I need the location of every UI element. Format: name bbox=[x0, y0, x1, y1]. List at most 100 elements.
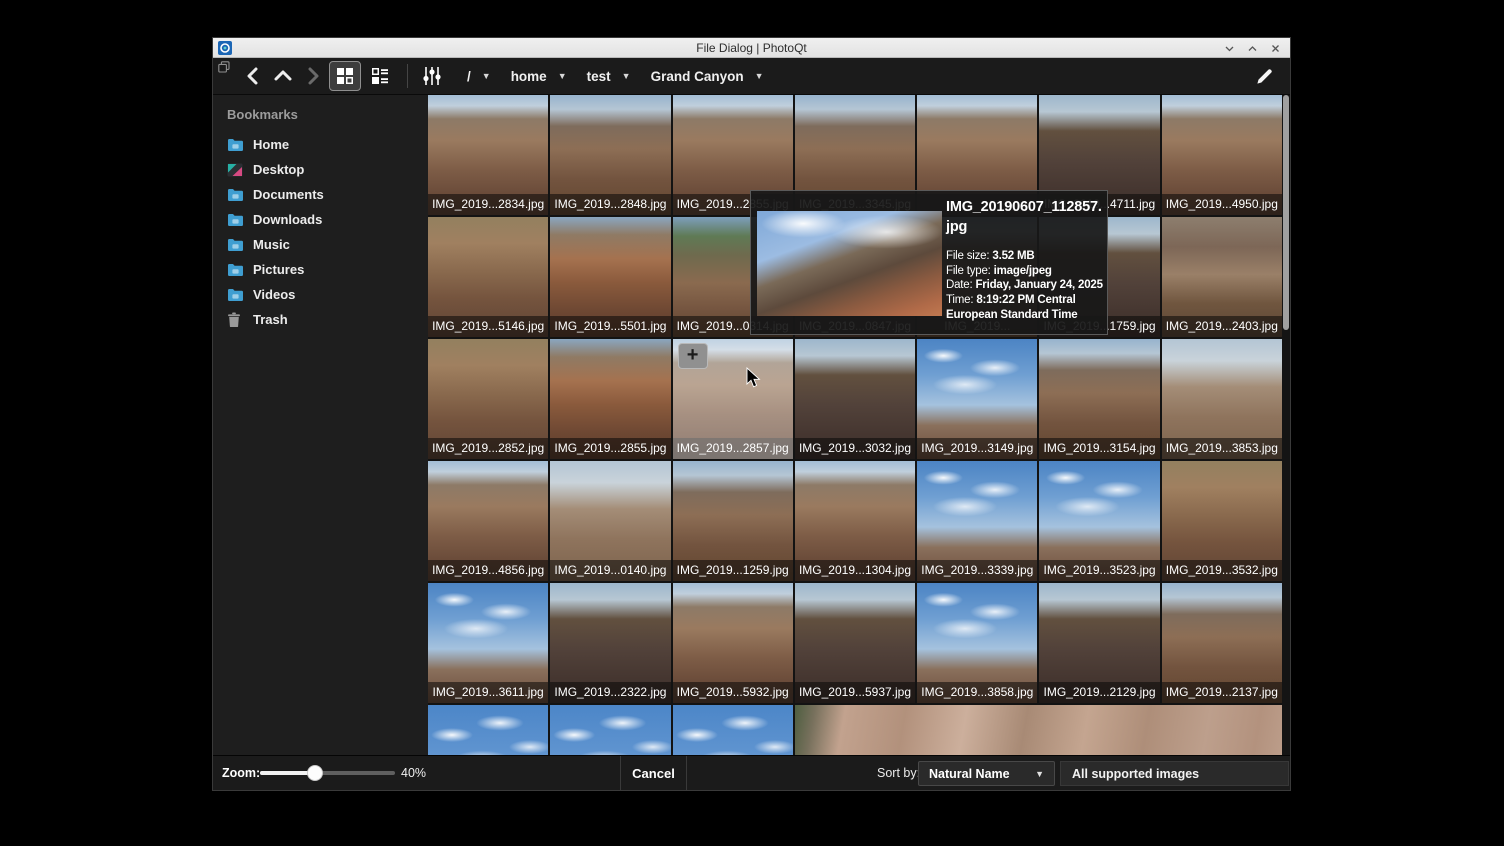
thumbnail-cell[interactable]: IMG_2019...3853.jpg bbox=[1162, 339, 1282, 459]
back-button[interactable] bbox=[239, 63, 267, 89]
breadcrumb-segment-home[interactable]: home▼ bbox=[511, 69, 567, 84]
desktop-icon bbox=[227, 162, 244, 178]
thumbnail-plus-button[interactable]: + bbox=[678, 343, 708, 369]
breadcrumb-label: / bbox=[467, 69, 471, 84]
thumbnail-filename: IMG_2019...3523.jpg bbox=[1039, 560, 1159, 581]
bookmark-desktop[interactable]: Desktop bbox=[213, 157, 428, 182]
bookmark-label: Desktop bbox=[253, 162, 304, 177]
thumbnail-filename: IMG_2019...5501.jpg bbox=[550, 316, 670, 337]
thumbnail-cell[interactable]: IMG_2019...0140.jpg bbox=[550, 461, 670, 581]
list-view-button[interactable] bbox=[364, 61, 396, 91]
thumbnail-cell[interactable]: IMG_2019...1304.jpg bbox=[795, 461, 915, 581]
minimize-icon[interactable] bbox=[1223, 42, 1236, 55]
scrollbar[interactable] bbox=[1282, 95, 1290, 755]
thumbnail-cell[interactable]: IMG_2019...3611.jpg bbox=[428, 583, 548, 703]
thumbnail-cell[interactable]: IMG_2019...5932.jpg bbox=[673, 583, 793, 703]
breadcrumb-label: Grand Canyon bbox=[651, 69, 744, 84]
close-icon[interactable] bbox=[1269, 42, 1282, 55]
thumbnail-cell[interactable] bbox=[550, 705, 670, 755]
thumbnail-cell[interactable] bbox=[428, 705, 548, 755]
toolbar-separator bbox=[407, 64, 408, 88]
thumbnail-cell[interactable]: IMG_2019...3532.jpg bbox=[1162, 461, 1282, 581]
thumbnail-cell[interactable] bbox=[795, 705, 1282, 755]
thumbnail-cell[interactable]: IMG_2019...3339.jpg bbox=[917, 461, 1037, 581]
thumbnail-cell[interactable]: IMG_2019...3149.jpg bbox=[917, 339, 1037, 459]
thumbnail-filename: IMG_2019...5937.jpg bbox=[795, 682, 915, 703]
chevron-down-icon[interactable]: ▼ bbox=[482, 71, 491, 81]
thumbnail-filename: IMG_2019...2848.jpg bbox=[550, 194, 670, 215]
breadcrumb-segment-root[interactable]: /▼ bbox=[467, 69, 491, 84]
bookmark-trash[interactable]: Trash bbox=[213, 307, 428, 332]
thumbnail-cell[interactable]: IMG_2019...3154.jpg bbox=[1039, 339, 1159, 459]
detach-window-icon[interactable] bbox=[218, 60, 230, 78]
thumbnail-cell[interactable]: IMG_2019...2129.jpg bbox=[1039, 583, 1159, 703]
breadcrumb-segment-grand-canyon[interactable]: Grand Canyon ▼ bbox=[651, 69, 764, 84]
thumbnail-cell[interactable]: IMG_2019...3032.jpg bbox=[795, 339, 915, 459]
sort-dropdown[interactable]: Natural Name ▼ bbox=[918, 761, 1055, 786]
breadcrumb-label: test bbox=[587, 69, 611, 84]
bookmark-music[interactable]: Music bbox=[213, 232, 428, 257]
trash-icon bbox=[227, 312, 244, 328]
thumbnail-cell[interactable]: IMG_2019...2857.jpg+ bbox=[673, 339, 793, 459]
pencil-icon bbox=[1255, 67, 1274, 86]
bookmark-videos[interactable]: Videos bbox=[213, 282, 428, 307]
bookmark-label: Pictures bbox=[253, 262, 304, 277]
thumbnail-filename: IMG_2019...2322.jpg bbox=[550, 682, 670, 703]
thumbnail-cell[interactable]: IMG_2019...3523.jpg bbox=[1039, 461, 1159, 581]
thumbnail-cell[interactable]: IMG_2019...5937.jpg bbox=[795, 583, 915, 703]
up-button[interactable] bbox=[269, 63, 297, 89]
bookmark-documents[interactable]: Documents bbox=[213, 182, 428, 207]
thumbnail-cell[interactable]: IMG_2019...4856.jpg bbox=[428, 461, 548, 581]
thumbnail-cell[interactable]: IMG_2019...2852.jpg bbox=[428, 339, 548, 459]
thumbnail-cell[interactable]: IMG_2019...2855.jpg bbox=[550, 339, 670, 459]
thumbnail-cell[interactable]: IMG_2019...4950.jpg bbox=[1162, 95, 1282, 215]
thumbnail-cell[interactable]: IMG_2019...3858.jpg bbox=[917, 583, 1037, 703]
thumbnail-filename: IMG_2019...3149.jpg bbox=[917, 438, 1037, 459]
chevron-down-icon[interactable]: ▼ bbox=[558, 71, 567, 81]
cancel-button[interactable]: Cancel bbox=[621, 756, 686, 790]
thumbnail-cell[interactable]: IMG_2019...5146.jpg bbox=[428, 217, 548, 337]
zoom-slider-handle[interactable] bbox=[307, 765, 323, 781]
thumbnail-cell[interactable]: IMG_2019...2322.jpg bbox=[550, 583, 670, 703]
filter-value: All supported images bbox=[1072, 767, 1199, 781]
edit-pencil-button[interactable] bbox=[1250, 63, 1278, 89]
thumbnail-cell[interactable]: IMG_2019...2834.jpg bbox=[428, 95, 548, 215]
thumbnail-cell[interactable]: IMG_2019...5501.jpg bbox=[550, 217, 670, 337]
thumbnail-cell[interactable]: IMG_2019...1259.jpg bbox=[673, 461, 793, 581]
thumbnail-cell[interactable]: IMG_2019...2403.jpg bbox=[1162, 217, 1282, 337]
breadcrumb-segment-test[interactable]: test ▼ bbox=[587, 69, 631, 84]
tooltip-field: Time: 8:19:22 PM Central European Standa… bbox=[946, 293, 1104, 323]
bookmark-home[interactable]: Home bbox=[213, 132, 428, 157]
chevron-down-icon[interactable]: ▼ bbox=[622, 71, 631, 81]
scrollbar-thumb[interactable] bbox=[1283, 95, 1289, 330]
thumbnail-filename: IMG_2019...3532.jpg bbox=[1162, 560, 1282, 581]
zoom-value: 40% bbox=[401, 756, 426, 790]
forward-button[interactable] bbox=[299, 63, 327, 89]
zoom-slider[interactable] bbox=[260, 771, 395, 775]
maximize-icon[interactable] bbox=[1246, 42, 1259, 55]
file-dialog-window: File Dialog | PhotoQt /▼ bbox=[213, 38, 1290, 790]
bookmark-label: Home bbox=[253, 137, 289, 152]
home-folder-icon bbox=[227, 137, 244, 153]
titlebar[interactable]: File Dialog | PhotoQt bbox=[213, 38, 1290, 58]
documents-folder-icon bbox=[227, 187, 244, 203]
sort-value: Natural Name bbox=[929, 767, 1010, 781]
bookmark-downloads[interactable]: Downloads bbox=[213, 207, 428, 232]
thumbnail-cell[interactable] bbox=[673, 705, 793, 755]
thumbnail-cell[interactable]: IMG_2019...2137.jpg bbox=[1162, 583, 1282, 703]
bookmark-pictures[interactable]: Pictures bbox=[213, 257, 428, 282]
tooltip-text: IMG_20190607_112857.jpg File size: 3.52 … bbox=[946, 197, 1104, 323]
grid-view-icon bbox=[336, 67, 354, 85]
thumbnail-filename: IMG_2019...2855.jpg bbox=[550, 438, 670, 459]
grid-view-button[interactable] bbox=[329, 61, 361, 91]
pictures-folder-icon bbox=[227, 262, 244, 278]
thumbnail-filename: IMG_2019...3032.jpg bbox=[795, 438, 915, 459]
thumbnail-filename: IMG_2019...2129.jpg bbox=[1039, 682, 1159, 703]
thumbnail-cell[interactable]: IMG_2019...2848.jpg bbox=[550, 95, 670, 215]
file-filter[interactable]: All supported images bbox=[1060, 761, 1289, 786]
tooltip-preview-image bbox=[757, 211, 942, 316]
chevron-down-icon: ▼ bbox=[1035, 769, 1044, 779]
thumbnail-filename: IMG_2019...2834.jpg bbox=[428, 194, 548, 215]
settings-sliders-button[interactable] bbox=[416, 61, 448, 91]
chevron-down-icon[interactable]: ▼ bbox=[755, 71, 764, 81]
